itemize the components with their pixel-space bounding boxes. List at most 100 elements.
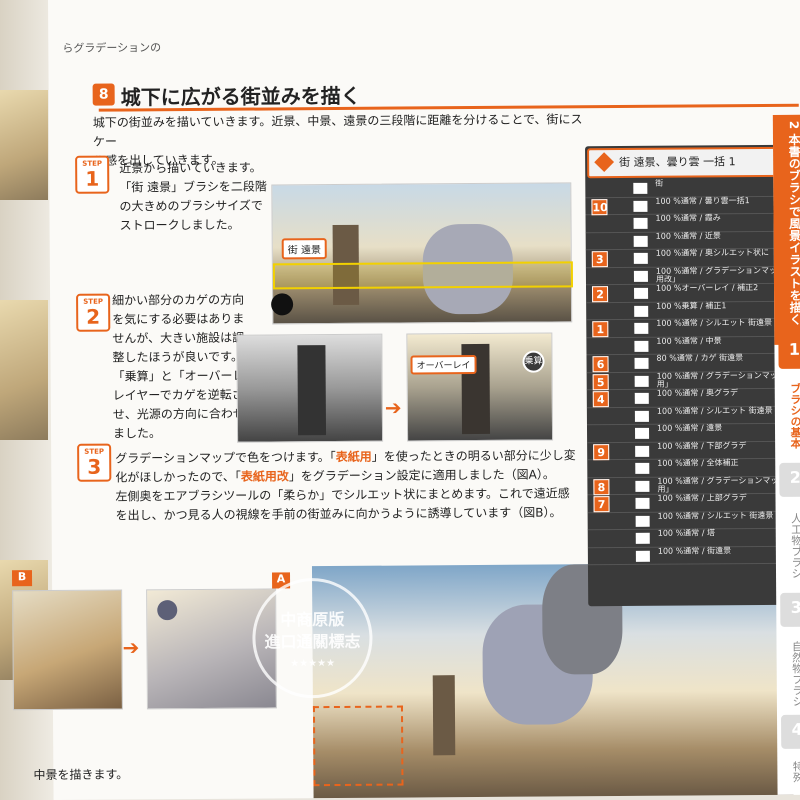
layer-label: 100 %通常 / 街遠景 <box>657 545 732 556</box>
multiply-badge: 乗算 <box>522 350 545 373</box>
step-1-badge: STEP 1 <box>75 155 110 194</box>
chapter-sidebar: 2 本書のブラシで風景イラストを描く 1 ブラシの基本 2 人工物ブラシ 3 自… <box>772 114 800 795</box>
layer-label: 100 %通常 / 遠景 <box>656 423 723 433</box>
text-line: 細かい部分のカゲの方向 <box>112 292 245 308</box>
layer-label: 100 %通常 / シルエット 街遠景 <box>656 405 773 416</box>
intro-line: 城下の街並みを描いていきます。近景、中景、遠景の三段階に距離を分けることで、街に… <box>92 112 583 149</box>
layer-label: 100 %通常 / 曇り雲一括1 <box>655 195 750 206</box>
import-seal: 中商原版 進口通關標志 ★★★★★ <box>252 577 373 699</box>
layer-label: 100 %オーバーレイ / 補正2 <box>655 283 759 293</box>
seal-line: 中商原版 <box>280 609 345 630</box>
layer-label: 100 %通常 / 霞み <box>655 213 721 223</box>
layer-step-tag: 7 <box>593 496 610 513</box>
layer-label: 100 %乗算 / 補正1 <box>656 300 727 311</box>
tab-artificial-brush[interactable]: 人工物ブラシ <box>776 507 800 585</box>
text-line: ストロークしました。 <box>119 217 240 233</box>
tab-natural-brush[interactable]: 自然物ブラシ <box>776 635 800 713</box>
layer-row[interactable]: 100 %通常 / シルエット 街遠景 <box>587 510 800 531</box>
layer-row[interactable]: 100 %通常 / グラデーションマップ「表紙用改」 <box>585 265 800 286</box>
chapter-page-number: 2 <box>786 120 800 130</box>
step-3-badge: STEP 3 <box>77 443 112 482</box>
layer-thumbnail <box>635 532 650 544</box>
step-2-badge: STEP 2 <box>76 293 111 332</box>
page-header-snippet: らグラデーションの <box>62 41 162 55</box>
layer-thumbnail <box>634 392 649 404</box>
layer-row[interactable]: 100 %通常 / 中景 <box>586 335 800 356</box>
chapter-4-tab[interactable]: 4 <box>781 714 800 749</box>
section-title: 城下に広がる街並みを描く <box>120 83 361 110</box>
layer-step-tag: 5 <box>592 373 609 390</box>
layer-thumbnail <box>634 410 649 422</box>
book-page: らグラデーションの 8 城下に広がる街並みを描く 城下の街並みを描いていきます。… <box>11 0 800 800</box>
layer-step-tag: 3 <box>591 251 608 268</box>
chapter-1-tab[interactable]: 1 <box>778 334 800 369</box>
highlight-band <box>272 261 574 290</box>
layer-panel: 街 遠景、曇り雲 一括 1 街 10 100 %通常 / 曇り雲一括1 100 %通常… <box>585 144 800 607</box>
layer-row[interactable]: 100 %通常 / 塔 <box>587 528 800 548</box>
layer-thumbnail <box>634 287 649 299</box>
step-1-text: 近景から描いていきます。 「街 遠景」ブラシを二段階 の大きめのブラシサイズで … <box>119 158 280 235</box>
layer-row[interactable]: 100 %通常 / 遠景 <box>586 423 800 443</box>
layer-label: 100 %通常 / 塔 <box>657 528 715 538</box>
text-line: を出し、かつ見る人の視線を手前の街並みに向かうように誘導しています（図B）。 <box>115 505 562 523</box>
bottom-text: 中景を描きます。 <box>33 767 129 783</box>
section-number: 8 <box>92 83 115 106</box>
layer-row[interactable]: 100 %通常 / 街遠景 <box>587 545 800 566</box>
layer-thumbnail <box>635 497 650 509</box>
highlight-text: 表紙用改 <box>240 469 289 484</box>
text-line: 「街 遠景」ブラシを二段階 <box>119 179 267 195</box>
sidebar-title-text: 本書のブラシで風景イラストを描く <box>786 133 800 326</box>
layer-row[interactable]: 100 %通常 / シルエット 街遠景 <box>586 405 800 426</box>
layer-label: 100 %通常 / 下部グラデ <box>657 440 747 451</box>
layer-step-tag: 6 <box>592 356 609 373</box>
layer-thumbnail <box>633 217 648 229</box>
sidebar-title: 2 本書のブラシで風景イラストを描く <box>772 114 800 345</box>
tab-brush-basics[interactable]: ブラシの基本 <box>775 377 800 455</box>
seal-stars: ★★★★★ <box>290 658 336 670</box>
tab-special[interactable]: 特殊 <box>777 755 800 789</box>
layer-step-tag: 9 <box>593 443 610 460</box>
step-number: 1 <box>85 166 100 191</box>
layer-row[interactable]: 5 100 %通常 / グラデーションマップ「表紙用」 <box>586 370 800 391</box>
text-line: 近景から描いていきます。 <box>119 160 262 176</box>
figure-b-before <box>12 589 123 711</box>
highlight-text: 表紙用 <box>335 449 372 465</box>
arrow-right-icon: ➔ <box>122 635 140 660</box>
layer-row[interactable]: 10 100 %通常 / 曇り雲一括1 <box>585 195 800 216</box>
layer-thumbnail <box>633 182 648 194</box>
brush-name-badge: 街 遠景 <box>281 238 328 260</box>
layer-step-tag: 1 <box>592 321 609 338</box>
text-line: の大きめのブラシサイズで <box>119 198 263 214</box>
layer-label: 100 %通常 / シルエット 街遠景 <box>656 317 773 328</box>
layer-row[interactable]: 1 100 %通常 / シルエット 街遠景 <box>586 317 800 338</box>
layer-label: 100 %通常 / 中景 <box>656 335 722 346</box>
layer-thumbnail <box>635 427 650 439</box>
chapter-2-tab[interactable]: 2 <box>779 462 800 497</box>
layer-label: 街 <box>655 178 664 188</box>
text-span: 化がほしかったので、「 <box>115 469 241 485</box>
arrow-right-icon: ➔ <box>384 395 402 420</box>
layer-panel-title: 街 遠景、曇り雲 一括 1 <box>619 155 736 170</box>
layer-step-tag: 4 <box>592 391 609 408</box>
layer-thumbnail <box>634 305 649 317</box>
step-number: 3 <box>87 454 102 479</box>
chapter-3-tab[interactable]: 3 <box>780 592 800 627</box>
layer-panel-header: 街 遠景、曇り雲 一括 1 <box>587 146 800 179</box>
layer-row[interactable]: 8 100 %通常 / グラデーションマップ「表紙用」 <box>587 475 800 496</box>
layer-thumbnail <box>634 322 649 334</box>
layer-step-tag: 10 <box>591 198 608 215</box>
layer-thumbnail <box>633 252 648 264</box>
layer-thumbnail <box>634 340 649 352</box>
layer-row[interactable]: 2 100 %オーバーレイ / 補正2 <box>586 283 800 303</box>
layer-thumbnail <box>634 375 649 387</box>
layer-step-tag: 2 <box>592 286 609 303</box>
layer-row[interactable]: 100 %通常 / 霞み <box>585 213 800 233</box>
layer-thumbnail <box>633 200 648 212</box>
layer-row[interactable]: 街 <box>585 178 800 198</box>
layer-thumbnail <box>635 462 650 474</box>
layer-label: 100 %通常 / 全体補正 <box>657 458 739 468</box>
layer-label: 100 %通常 / シルエット 街遠景 <box>657 510 774 521</box>
layer-thumbnail <box>635 445 650 457</box>
layer-thumbnail <box>635 515 650 527</box>
layer-row[interactable]: 9 100 %通常 / 下部グラデ <box>587 440 800 461</box>
